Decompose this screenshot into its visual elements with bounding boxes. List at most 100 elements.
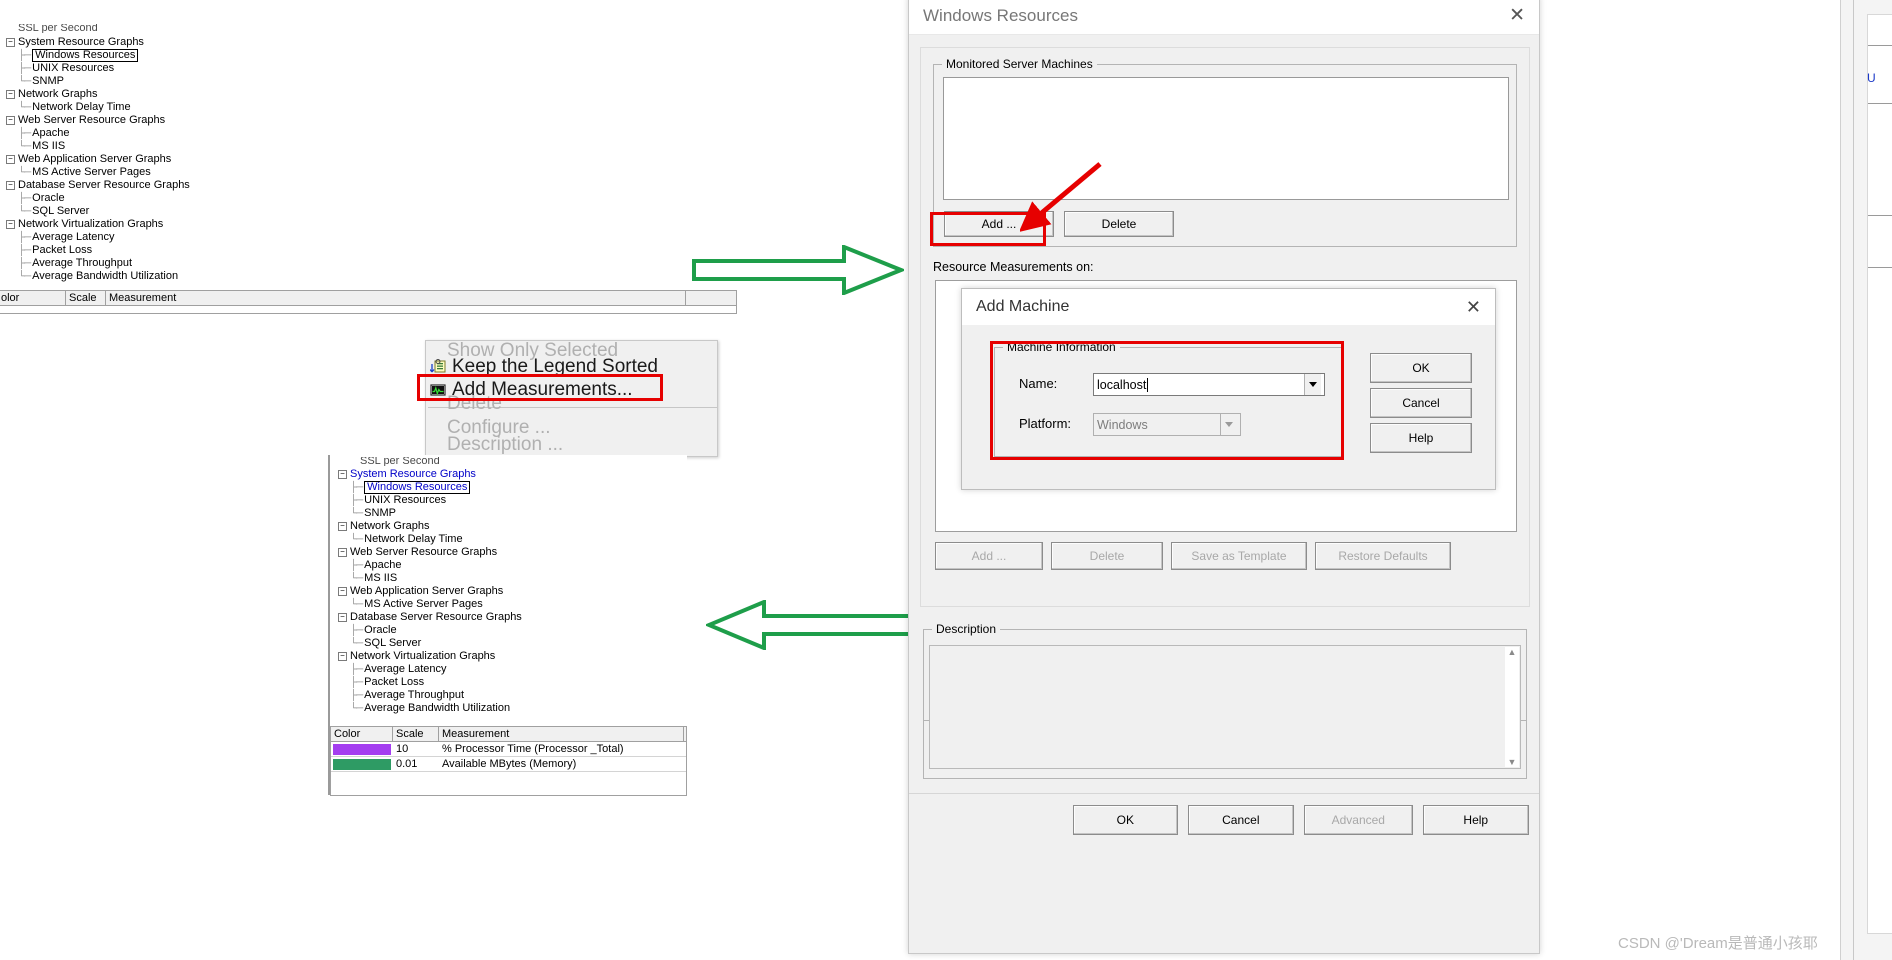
tree-item[interactable]: ├─ Windows Resources	[6, 49, 190, 62]
table-row[interactable]: 10 % Processor Time (Processor _Total)	[331, 742, 686, 757]
tree-item[interactable]: ├─ UNIX Resources	[338, 494, 522, 507]
legend-bottom-body[interactable]: 10 % Processor Time (Processor _Total) 0.0…	[331, 742, 686, 772]
tree-branch-icon: └─	[18, 206, 31, 217]
save-as-template-button[interactable]: Save as Template	[1171, 542, 1307, 570]
tree-expander-icon[interactable]: −	[338, 522, 347, 531]
tree-item[interactable]: − Network Virtualization Graphs	[6, 218, 190, 231]
tree-expander-icon[interactable]: −	[6, 155, 15, 164]
tree-expander-icon[interactable]: −	[6, 90, 15, 99]
tree-item[interactable]: └─ MS Active Server Pages	[338, 598, 522, 611]
tree-expander-icon[interactable]: −	[338, 587, 347, 596]
tree-item[interactable]: − Network Graphs	[6, 88, 190, 101]
dialog-advanced-button[interactable]: Advanced	[1304, 805, 1413, 835]
tree-branch-icon: ├─	[350, 664, 363, 675]
add-machine-cancel-button[interactable]: Cancel	[1370, 388, 1472, 418]
tree-item-label: Network Graphs	[350, 520, 430, 532]
legend-scale-cell: 10	[396, 743, 409, 755]
platform-dropdown[interactable]: Windows	[1093, 413, 1241, 436]
measurement-delete-button[interactable]: Delete	[1051, 542, 1163, 570]
tree-item[interactable]: − Network Virtualization Graphs	[338, 650, 522, 663]
tree-item[interactable]: └─ Average Bandwidth Utilization	[338, 702, 522, 715]
dialog-cancel-button[interactable]: Cancel	[1187, 805, 1295, 835]
close-icon[interactable]: ✕	[1466, 297, 1481, 318]
tree-item[interactable]: └─ SQL Server	[338, 637, 522, 650]
chevron-down-icon[interactable]	[1304, 374, 1321, 395]
tree-expander-icon[interactable]: −	[6, 38, 15, 47]
legend-column-header[interactable]: olor	[0, 291, 66, 305]
tree-item[interactable]: ├─ Oracle	[338, 624, 522, 637]
add-machine-title: Add Machine	[976, 298, 1070, 315]
tree-item[interactable]: └─ SQL Server	[6, 205, 190, 218]
button-label: OK	[1116, 813, 1134, 827]
tree-branch-icon: ├─	[18, 128, 31, 139]
tree-item[interactable]: └─ Network Delay Time	[338, 533, 522, 546]
tree-item[interactable]: − Web Server Resource Graphs	[6, 114, 190, 127]
tree-item[interactable]: ├─ Average Throughput	[338, 689, 522, 702]
tree-item-label: Database Server Resource Graphs	[350, 611, 522, 623]
add-machine-title-bar: Add Machine ✕	[962, 289, 1495, 325]
platform-value: Windows	[1097, 417, 1148, 432]
tree-item[interactable]: ├─ Average Latency	[338, 663, 522, 676]
tree-item[interactable]: − Web Application Server Graphs	[338, 585, 522, 598]
tree-item[interactable]: └─ Network Delay Time	[6, 101, 190, 114]
tree-item[interactable]: − System Resource Graphs	[6, 36, 190, 49]
tree-item[interactable]: ├─ Average Throughput	[6, 257, 190, 270]
tree-item[interactable]: └─ MS IIS	[6, 140, 190, 153]
tree-item[interactable]: ├─ Average Latency	[6, 231, 190, 244]
right-edge-label: U	[1867, 71, 1876, 85]
tree-item[interactable]: └─ SNMP	[338, 507, 522, 520]
tree-item-label: SNMP	[32, 75, 64, 87]
restore-defaults-button[interactable]: Restore Defaults	[1315, 542, 1451, 570]
add-machine-ok-button[interactable]: OK	[1370, 353, 1472, 383]
tree-item[interactable]: ├─ UNIX Resources	[6, 62, 190, 75]
tree-item[interactable]: ├─ Windows Resources	[338, 481, 522, 494]
legend-column-header[interactable]: Measurement	[439, 727, 684, 741]
tree-branch-icon: └─	[18, 102, 31, 113]
tree-item[interactable]: ├─ Apache	[6, 127, 190, 140]
context-item-keep-legend-sorted[interactable]: Keep the Legend Sorted	[429, 356, 658, 378]
machine-name-field[interactable]: localhost	[1093, 373, 1325, 396]
dialog-help-button[interactable]: Help	[1422, 805, 1529, 835]
tree-branch-icon: ├─	[18, 50, 31, 61]
tree-item[interactable]: ├─ Apache	[338, 559, 522, 572]
tree-expander-icon[interactable]: −	[338, 613, 347, 622]
tree-item[interactable]: − Network Graphs	[338, 520, 522, 533]
graph-tree-top[interactable]: − System Resource Graphs ├─ Windows Resourc…	[6, 36, 190, 283]
chevron-down-icon[interactable]	[1220, 414, 1237, 435]
measurement-add-button[interactable]: Add ...	[935, 542, 1043, 570]
tree-item[interactable]: − Web Server Resource Graphs	[338, 546, 522, 559]
dialog-ok-button[interactable]: OK	[1073, 805, 1178, 835]
tree-expander-icon[interactable]: −	[6, 181, 15, 190]
tree-item[interactable]: ├─ Packet Loss	[338, 676, 522, 689]
tree-expander-icon[interactable]: −	[338, 470, 347, 479]
right-edge-list[interactable]: U	[1867, 14, 1892, 934]
tree-item[interactable]: └─ Average Bandwidth Utilization	[6, 270, 190, 283]
legend-column-header[interactable]: Color	[331, 727, 393, 741]
legend-column-header[interactable]: Measurement	[106, 291, 686, 305]
tree-expander-icon[interactable]: −	[338, 548, 347, 557]
tree-item[interactable]: − System Resource Graphs	[338, 468, 522, 481]
close-icon[interactable]: ✕	[1509, 6, 1525, 25]
tree-item[interactable]: └─ MS Active Server Pages	[6, 166, 190, 179]
tree-item[interactable]: └─ MS IIS	[338, 572, 522, 585]
tree-item-label: UNIX Resources	[364, 494, 447, 506]
tree-item[interactable]: − Web Application Server Graphs	[6, 153, 190, 166]
table-row[interactable]: 0.01 Available MBytes (Memory)	[331, 757, 686, 772]
tree-item-label: Apache	[32, 127, 70, 139]
graph-tree-bottom[interactable]: − System Resource Graphs ├─ Windows Resourc…	[338, 468, 522, 715]
add-machine-help-button[interactable]: Help	[1370, 423, 1472, 453]
tree-item[interactable]: └─ SNMP	[6, 75, 190, 88]
tree-expander-icon[interactable]: −	[6, 116, 15, 125]
flow-arrow-right	[692, 245, 904, 295]
legend-column-header[interactable]: Scale	[393, 727, 439, 741]
tree-item[interactable]: ├─ Oracle	[6, 192, 190, 205]
tree-item[interactable]: − Database Server Resource Graphs	[6, 179, 190, 192]
tree-expander-icon[interactable]: −	[6, 220, 15, 229]
platform-label: Platform:	[1019, 416, 1072, 431]
tree-item[interactable]: − Database Server Resource Graphs	[338, 611, 522, 624]
tree-item[interactable]: ├─ Packet Loss	[6, 244, 190, 257]
button-label: Cancel	[1222, 813, 1260, 827]
tree-expander-icon[interactable]: −	[338, 652, 347, 661]
legend-column-header[interactable]: Scale	[66, 291, 106, 305]
tree-item-label: Apache	[364, 559, 402, 571]
